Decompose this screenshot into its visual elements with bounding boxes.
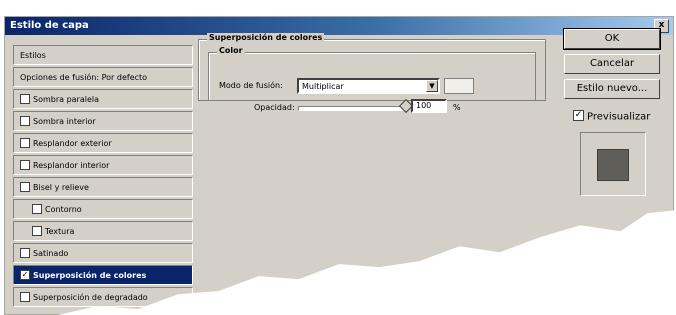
style-item[interactable]: Bisel y relieve — [13, 177, 193, 197]
style-item-label: Resplandor interior — [33, 161, 110, 170]
preview-thumbnail — [580, 132, 646, 196]
ok-button[interactable]: OK — [563, 28, 661, 50]
opacity-slider[interactable] — [298, 98, 414, 114]
style-item-label: Sombra interior — [33, 117, 96, 126]
chevron-down-icon[interactable]: ▼ — [426, 80, 438, 92]
style-item[interactable]: Resplandor interior — [13, 155, 193, 175]
checkbox-icon[interactable] — [20, 93, 30, 104]
checkbox-icon[interactable] — [20, 247, 30, 258]
layer-style-dialog: Estilo de capa x Estilos Opciones de fus… — [4, 16, 674, 315]
style-item[interactable]: Satinado — [13, 243, 193, 263]
new-style-button-label: Estilo nuevo... — [576, 83, 648, 94]
style-item-label: Superposición de colores — [33, 271, 147, 280]
style-item[interactable]: Textura — [13, 221, 193, 241]
style-item[interactable]: Resplandor exterior — [13, 133, 193, 153]
blending-options-item[interactable]: Opciones de fusión: Por defecto — [13, 67, 193, 87]
opacity-value: 100 — [416, 101, 432, 110]
style-item-label: Sombra paralela — [33, 95, 100, 104]
style-item[interactable]: Sombra paralela — [13, 89, 193, 109]
checkbox-icon[interactable]: ✓ — [20, 269, 30, 280]
opacity-label: Opacidad: — [254, 103, 295, 112]
cancel-button[interactable]: Cancelar — [564, 54, 660, 74]
checkbox-icon[interactable] — [20, 115, 30, 126]
style-item-label: Satinado — [33, 249, 69, 258]
styles-header-label: Estilos — [20, 51, 46, 60]
checkbox-icon[interactable] — [20, 159, 30, 170]
checkbox-icon[interactable] — [32, 225, 42, 236]
style-item-label: Resplandor exterior — [33, 139, 112, 148]
style-item[interactable]: Superposición de degradado — [13, 287, 193, 307]
checkbox-icon[interactable] — [32, 203, 42, 214]
style-item-label: Textura — [45, 227, 75, 236]
new-style-button[interactable]: Estilo nuevo... — [564, 79, 660, 99]
preview-checkbox[interactable]: ✓ Previsualizar — [573, 110, 651, 123]
styles-header[interactable]: Estilos — [13, 45, 193, 65]
styles-list: Estilos Opciones de fusión: Por defecto … — [13, 45, 193, 309]
style-item-label: Superposición de degradado — [33, 293, 148, 302]
opacity-input[interactable]: 100 — [411, 99, 447, 113]
blend-mode-label: Modo de fusión: — [219, 81, 283, 90]
style-item[interactable]: ✓ Superposición de colores — [13, 265, 193, 285]
color-overlay-group-title: Superposición de colores — [207, 33, 325, 42]
opacity-unit: % — [453, 103, 461, 112]
style-item-label: Contorno — [45, 205, 82, 214]
window-title: Estilo de capa — [10, 20, 89, 31]
style-item-label: Bisel y relieve — [33, 183, 89, 192]
checkbox-icon[interactable] — [20, 181, 30, 192]
checkbox-icon[interactable] — [20, 137, 30, 148]
color-subgroup-title: Color — [217, 46, 245, 55]
style-item[interactable]: Contorno — [13, 199, 193, 219]
blend-mode-select[interactable]: Multiplicar ▼ — [297, 78, 440, 94]
blend-mode-value: Multiplicar — [302, 82, 344, 91]
preview-sample — [597, 149, 629, 181]
cancel-button-label: Cancelar — [589, 58, 635, 69]
ok-button-label: OK — [604, 33, 620, 44]
blending-options-label: Opciones de fusión: Por defecto — [20, 73, 148, 82]
preview-label: Previsualizar — [587, 111, 651, 123]
style-item[interactable]: Sombra interior — [13, 111, 193, 131]
overlay-color-swatch[interactable] — [444, 78, 474, 94]
checkbox-icon[interactable]: ✓ — [573, 110, 584, 121]
checkbox-icon[interactable] — [20, 291, 30, 302]
